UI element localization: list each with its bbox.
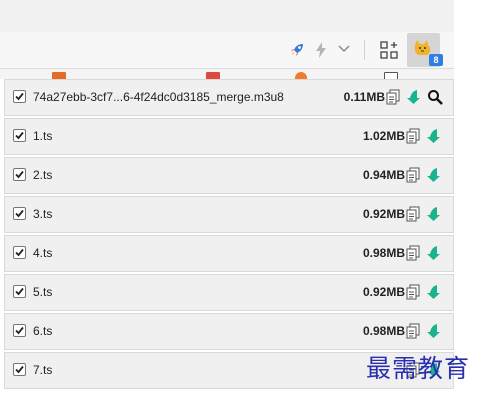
file-row: 1.ts 1.02MB	[4, 118, 454, 155]
copy-link-icon[interactable]	[405, 167, 421, 183]
browser-toolbar	[0, 32, 454, 69]
download-icon[interactable]	[425, 206, 441, 222]
file-name[interactable]: 74a27ebb-3cf7...6-4f24dc0d3185_merge.m3u…	[33, 80, 284, 115]
file-size: 0.98MB	[362, 324, 405, 338]
file-size: 1.02MB	[362, 129, 405, 143]
toolbar-divider	[364, 40, 365, 60]
download-icon[interactable]	[425, 167, 441, 183]
download-icon[interactable]	[425, 284, 441, 300]
file-name[interactable]: 3.ts	[33, 197, 52, 232]
file-checkbox[interactable]	[13, 129, 26, 142]
file-checkbox[interactable]	[13, 246, 26, 259]
file-name[interactable]: 6.ts	[33, 314, 52, 349]
file-checkbox[interactable]	[13, 90, 26, 103]
watermark: 最需教育	[366, 354, 471, 383]
file-checkbox[interactable]	[13, 363, 26, 376]
search-icon[interactable]	[427, 89, 443, 105]
file-name[interactable]: 2.ts	[33, 158, 52, 193]
file-size: 0.11MB	[343, 90, 385, 104]
file-size: 0.94MB	[362, 168, 405, 182]
file-row: 6.ts 0.98MB	[4, 313, 454, 350]
download-icon[interactable]	[405, 89, 421, 105]
copy-link-icon[interactable]	[405, 245, 421, 261]
file-size: 0.92MB	[362, 207, 405, 221]
rocket-icon[interactable]	[288, 41, 306, 59]
file-name[interactable]: 7.ts	[33, 353, 52, 388]
download-icon[interactable]	[425, 245, 441, 261]
file-checkbox[interactable]	[13, 324, 26, 337]
download-icon[interactable]	[425, 323, 441, 339]
copy-link-icon[interactable]	[385, 89, 401, 105]
download-icon[interactable]	[425, 128, 441, 144]
file-row: 3.ts 0.92MB	[4, 196, 454, 233]
copy-link-icon[interactable]	[405, 284, 421, 300]
lightning-icon[interactable]	[314, 41, 328, 59]
browser-tab-strip	[0, 0, 454, 32]
copy-link-icon[interactable]	[405, 323, 421, 339]
file-name[interactable]: 5.ts	[33, 275, 52, 310]
file-name[interactable]: 1.ts	[33, 119, 52, 154]
file-name[interactable]: 4.ts	[33, 236, 52, 271]
file-checkbox[interactable]	[13, 207, 26, 220]
file-row: 2.ts 0.94MB	[4, 157, 454, 194]
apps-grid-icon[interactable]	[379, 40, 399, 60]
file-row: 4.ts 0.98MB	[4, 235, 454, 272]
file-row: 5.ts 0.92MB	[4, 274, 454, 311]
chevron-down-icon[interactable]	[337, 43, 351, 55]
file-checkbox[interactable]	[13, 285, 26, 298]
file-size: 0.98MB	[362, 246, 405, 260]
copy-link-icon[interactable]	[405, 128, 421, 144]
copy-link-icon[interactable]	[405, 206, 421, 222]
file-checkbox[interactable]	[13, 168, 26, 181]
extension-count-badge: 8	[429, 54, 443, 66]
file-size: 0.92MB	[362, 285, 405, 299]
file-row: 74a27ebb-3cf7...6-4f24dc0d3185_merge.m3u…	[4, 79, 454, 116]
bookmarks-bar	[0, 69, 454, 80]
